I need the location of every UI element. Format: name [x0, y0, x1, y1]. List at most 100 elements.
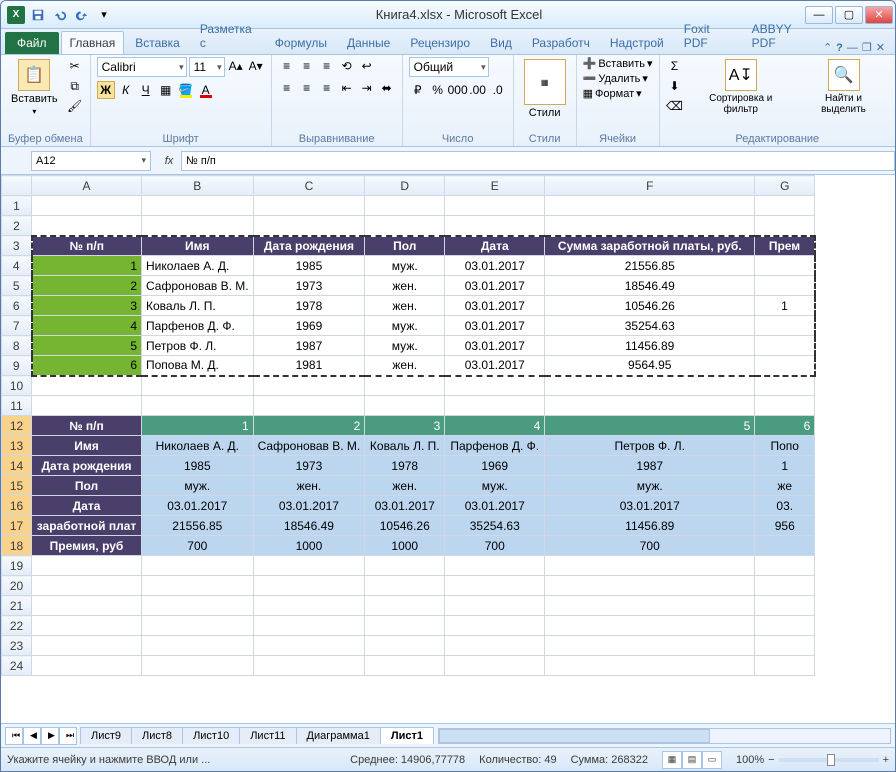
- cell[interactable]: [755, 636, 815, 656]
- cell[interactable]: [755, 556, 815, 576]
- cell[interactable]: Николаев А. Д.: [142, 256, 254, 276]
- col-header[interactable]: G: [755, 176, 815, 196]
- cell[interactable]: [755, 216, 815, 236]
- cell[interactable]: [755, 576, 815, 596]
- cell[interactable]: 03.01.2017: [253, 496, 365, 516]
- cell[interactable]: 1978: [253, 296, 365, 316]
- cell[interactable]: [445, 216, 545, 236]
- align-right-icon[interactable]: ≡: [318, 79, 336, 97]
- cell[interactable]: [365, 576, 445, 596]
- row-header[interactable]: 9: [2, 356, 32, 376]
- cell[interactable]: [365, 556, 445, 576]
- cell[interactable]: 03.01.2017: [545, 496, 755, 516]
- cell[interactable]: [365, 376, 445, 396]
- cell[interactable]: муж.: [142, 476, 254, 496]
- cell[interactable]: 2: [253, 416, 365, 436]
- view-normal-icon[interactable]: ▦: [662, 751, 682, 769]
- cell[interactable]: [32, 636, 142, 656]
- cell[interactable]: жен.: [253, 476, 365, 496]
- col-header[interactable]: F: [545, 176, 755, 196]
- cell[interactable]: [142, 616, 254, 636]
- italic-button[interactable]: К: [117, 81, 135, 99]
- cell[interactable]: жен.: [365, 356, 445, 376]
- cell[interactable]: 18546.49: [253, 516, 365, 536]
- cell[interactable]: Дата: [445, 236, 545, 256]
- cell[interactable]: [545, 216, 755, 236]
- align-top-icon[interactable]: ≡: [278, 57, 296, 75]
- sheet-tab[interactable]: Диаграмма1: [296, 727, 381, 744]
- cell[interactable]: [365, 216, 445, 236]
- cell[interactable]: жен.: [365, 296, 445, 316]
- cell[interactable]: [365, 396, 445, 416]
- align-left-icon[interactable]: ≡: [278, 79, 296, 97]
- cell[interactable]: [545, 556, 755, 576]
- worksheet-scroll[interactable]: A B C D E F G 123№ п/пИмяДата рожденияПо…: [1, 175, 895, 723]
- align-center-icon[interactable]: ≡: [298, 79, 316, 97]
- cell[interactable]: № п/п: [32, 416, 142, 436]
- cell[interactable]: [142, 216, 254, 236]
- formula-input[interactable]: № п/п: [181, 151, 895, 171]
- cell[interactable]: 1985: [142, 456, 254, 476]
- cell[interactable]: 9564.95: [545, 356, 755, 376]
- cell[interactable]: [142, 656, 254, 676]
- cell[interactable]: 03.: [755, 496, 815, 516]
- percent-icon[interactable]: %: [429, 81, 447, 99]
- cell[interactable]: 1969: [445, 456, 545, 476]
- redo-icon[interactable]: [73, 6, 91, 24]
- sheet-tab[interactable]: Лист10: [182, 727, 240, 744]
- row-header[interactable]: 2: [2, 216, 32, 236]
- col-header[interactable]: C: [253, 176, 365, 196]
- cell[interactable]: Пол: [365, 236, 445, 256]
- cell[interactable]: [142, 636, 254, 656]
- sheet-tab[interactable]: Лист8: [131, 727, 183, 744]
- cell[interactable]: 700: [445, 536, 545, 556]
- cell[interactable]: 700: [142, 536, 254, 556]
- cell[interactable]: 1973: [253, 456, 365, 476]
- cell[interactable]: 11456.89: [545, 516, 755, 536]
- cell[interactable]: [142, 376, 254, 396]
- cell[interactable]: муж.: [545, 476, 755, 496]
- cell[interactable]: Пол: [32, 476, 142, 496]
- cell[interactable]: [755, 196, 815, 216]
- row-header[interactable]: 19: [2, 556, 32, 576]
- cell[interactable]: 3: [365, 416, 445, 436]
- cell[interactable]: [545, 196, 755, 216]
- increase-decimal-icon[interactable]: .00: [469, 81, 487, 99]
- cell[interactable]: 03.01.2017: [445, 316, 545, 336]
- tab-last-icon[interactable]: ⏭: [59, 727, 77, 745]
- increase-indent-icon[interactable]: ⇥: [358, 79, 376, 97]
- cell[interactable]: 03.01.2017: [365, 496, 445, 516]
- view-pagebreak-icon[interactable]: ▭: [702, 751, 722, 769]
- wrap-text-icon[interactable]: ↩: [358, 57, 376, 75]
- cell[interactable]: [545, 636, 755, 656]
- cell[interactable]: [142, 196, 254, 216]
- horizontal-scrollbar[interactable]: [438, 728, 891, 744]
- font-name-combo[interactable]: Calibri: [97, 57, 187, 77]
- tab-foxit[interactable]: Foxit PDF: [675, 17, 741, 54]
- cell[interactable]: 03.01.2017: [445, 336, 545, 356]
- close-button[interactable]: ✕: [865, 6, 893, 24]
- undo-icon[interactable]: [51, 6, 69, 24]
- cell[interactable]: Дата: [32, 496, 142, 516]
- find-select-button[interactable]: 🔍Найти и выделить: [798, 57, 889, 117]
- column-headers[interactable]: A B C D E F G: [2, 176, 815, 196]
- zoom-out-button[interactable]: −: [768, 754, 774, 766]
- workbook-minimize-icon[interactable]: —: [847, 42, 858, 54]
- tab-view[interactable]: Вид: [481, 31, 521, 54]
- cell[interactable]: 6: [755, 416, 815, 436]
- col-header[interactable]: A: [32, 176, 142, 196]
- cell[interactable]: 1987: [545, 456, 755, 476]
- merge-center-icon[interactable]: ⬌: [378, 79, 396, 97]
- align-bottom-icon[interactable]: ≡: [318, 57, 336, 75]
- cell[interactable]: [755, 596, 815, 616]
- cell[interactable]: [545, 576, 755, 596]
- cell[interactable]: [253, 196, 365, 216]
- cell[interactable]: [253, 396, 365, 416]
- row-header[interactable]: 16: [2, 496, 32, 516]
- cell[interactable]: [253, 596, 365, 616]
- grow-font-icon[interactable]: A▴: [227, 57, 245, 75]
- cell[interactable]: Парфенов Д. Ф.: [445, 436, 545, 456]
- zoom-in-button[interactable]: +: [883, 754, 889, 766]
- row-header[interactable]: 7: [2, 316, 32, 336]
- cell[interactable]: [445, 196, 545, 216]
